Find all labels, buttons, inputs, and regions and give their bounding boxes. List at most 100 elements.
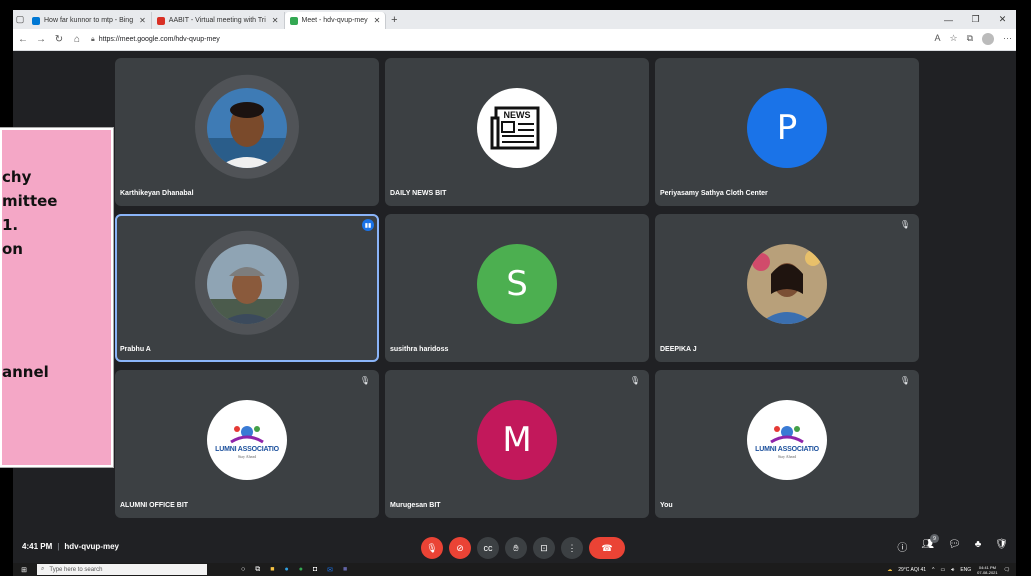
chrome-icon[interactable]: ● (299, 566, 303, 574)
alumni-logo: LUMNI ASSOCIATIO Stay Ahead (207, 400, 287, 480)
mic-muted-icon: 🎙︎ (359, 376, 370, 385)
letter-avatar: P (747, 88, 827, 168)
participant-tile-active[interactable]: ▮▮ Prabhu A (115, 214, 379, 362)
overlay-line: 1. (2, 216, 19, 234)
activities-icon[interactable]: ♣ (975, 539, 982, 554)
minimize-icon[interactable]: — (935, 10, 962, 29)
people-icon[interactable]: 👥︎ 9 (921, 534, 940, 554)
profile-icon[interactable] (982, 33, 994, 45)
caption-overlay: chy mittee 1. on annel (0, 128, 113, 467)
taskbar-search[interactable]: ⌕ Type here to search (37, 564, 207, 575)
tab-meet[interactable]: Meet - hdv-qvup-mey ✕ (284, 12, 387, 29)
url-field[interactable]: 🔒︎ https://meet.google.com/hdv-qvup-mey (91, 36, 220, 44)
language-indicator[interactable]: ENG (960, 567, 971, 573)
tab-label: Meet - hdv-qvup-mey (301, 17, 368, 24)
lock-icon: 🔒︎ (91, 35, 95, 43)
address-bar: ← → ↻ ⌂ 🔒︎ https://meet.google.com/hdv-q… (13, 29, 1016, 51)
mic-off-button[interactable]: 🎙︎ (421, 537, 443, 559)
participant-tile[interactable]: 🎙︎ LUMNI ASSOCIATIO Stay Ahead ALUMNI OF… (115, 370, 379, 518)
edge-icon[interactable]: ● (284, 566, 288, 574)
raise-hand-button[interactable]: ✋︎ (505, 537, 527, 559)
network-icon[interactable]: ▭ (940, 567, 945, 573)
forward-icon[interactable]: → (33, 34, 49, 45)
taskbar-clock[interactable]: 04:41 PM 07-08-2021 (977, 565, 997, 575)
tray-chevron-icon[interactable]: ^ (932, 567, 934, 573)
participant-tile[interactable]: P Periyasamy Sathya Cloth Center (655, 58, 919, 206)
mail-icon[interactable]: ✉︎ (327, 566, 333, 574)
collections-icon[interactable]: ⧉ (967, 33, 973, 45)
alumni-logo-title: LUMNI ASSOCIATIO (755, 445, 819, 453)
alumni-logo-title: LUMNI ASSOCIATIO (215, 445, 279, 453)
participant-count-badge: 9 (930, 534, 940, 543)
participant-tile[interactable]: 🎙︎ DEEPIKA J (655, 214, 919, 362)
participant-tile-self[interactable]: 🎙︎ LUMNI ASSOCIATIO Stay Ahead You (655, 370, 919, 518)
favorites-icon[interactable]: ☆ (949, 33, 957, 45)
taskbar-search-placeholder: Type here to search (49, 566, 103, 573)
screen: ▢ How far kunnor to mtp - Bing ✕ AABIT -… (0, 0, 1031, 576)
participant-name: DAILY NEWS BIT (390, 190, 447, 197)
close-tab-icon[interactable]: ✕ (139, 16, 146, 25)
gmail-favicon-icon (156, 16, 165, 25)
alumni-logo-tagline: Stay Ahead (777, 453, 797, 459)
overlay-line: on (2, 240, 23, 258)
participant-photo (747, 244, 827, 324)
tab-gmail[interactable]: AABIT - Virtual meeting with Tri ✕ (152, 12, 285, 29)
browser-window: ▢ How far kunnor to mtp - Bing ✕ AABIT -… (13, 10, 1016, 576)
participant-tile[interactable]: 🎙︎ M Murugesan BIT (385, 370, 649, 518)
windows-start-icon[interactable]: ⊞ (17, 563, 31, 576)
teams-icon[interactable]: ■ (343, 566, 347, 574)
more-icon[interactable]: ··· (1003, 33, 1012, 45)
weather-icon: ☁︎ (887, 566, 893, 573)
participant-photo (207, 88, 287, 168)
refresh-icon[interactable]: ↻ (51, 34, 67, 45)
camera-off-button[interactable]: ⊘ (449, 537, 471, 559)
participant-tile[interactable]: S susithra haridoss (385, 214, 649, 362)
news-avatar: NEWS (477, 88, 557, 168)
host-controls-icon[interactable]: 🛡︎ (995, 539, 1008, 554)
close-tab-icon[interactable]: ✕ (272, 16, 279, 25)
new-tab-button[interactable]: + (386, 12, 402, 29)
mic-muted-icon: 🎙︎ (629, 376, 640, 385)
cortana-icon[interactable]: ○ (241, 566, 245, 574)
maximize-icon[interactable]: ❐ (962, 10, 989, 29)
tab-bar: ▢ How far kunnor to mtp - Bing ✕ AABIT -… (13, 10, 1016, 29)
participant-photo (207, 244, 287, 324)
participant-name: DEEPIKA J (660, 346, 697, 353)
letter-avatar: S (477, 244, 557, 324)
more-options-button[interactable]: ⋮ (561, 537, 583, 559)
volume-icon[interactable]: 🔊︎ (951, 567, 954, 573)
participant-name: ALUMNI OFFICE BIT (120, 502, 189, 509)
meeting-info: 4:41 PM | hdv-qvup-mey (22, 542, 119, 551)
present-button[interactable]: ⊡ (533, 537, 555, 559)
task-view-icon[interactable]: ⧉ (255, 566, 260, 574)
read-aloud-icon[interactable]: A (934, 33, 940, 45)
tab-bing[interactable]: How far kunnor to mtp - Bing ✕ (27, 12, 152, 29)
participant-tile[interactable]: NEWS DAILY NEWS BIT (385, 58, 649, 206)
bing-favicon-icon (32, 16, 40, 25)
tab-label: How far kunnor to mtp - Bing (44, 17, 134, 24)
file-explorer-icon[interactable]: ■ (270, 566, 274, 574)
notifications-icon[interactable]: 🗨︎ (1004, 567, 1010, 573)
chat-icon[interactable]: 💬︎ (948, 539, 961, 554)
back-icon[interactable]: ← (15, 34, 31, 45)
overlay-line: mittee (2, 192, 58, 210)
participant-name: You (660, 502, 673, 509)
leave-call-button[interactable]: ☎︎ (589, 537, 625, 559)
home-icon[interactable]: ⌂ (69, 34, 85, 45)
participant-name: Karthikeyan Dhanabal (120, 190, 194, 197)
weather-text[interactable]: 29°C AQI 41 (898, 567, 926, 573)
close-window-icon[interactable]: ✕ (989, 10, 1016, 29)
system-tray: ☁︎ 29°C AQI 41 ^ ▭ 🔊︎ ENG 04:41 PM 07-08… (887, 563, 1010, 576)
overlay-line: chy (2, 168, 32, 186)
tab-label: AABIT - Virtual meeting with Tri (168, 17, 266, 24)
meet-favicon-icon (289, 16, 298, 25)
clock-time: 04:41 PM (978, 564, 996, 570)
info-icon[interactable]: ⓘ (897, 539, 907, 554)
tab-actions-icon[interactable]: ▢ (13, 10, 27, 29)
participant-name: Murugesan BIT (390, 502, 441, 509)
store-icon[interactable]: ◘ (313, 566, 317, 574)
participant-tile[interactable]: Karthikeyan Dhanabal (115, 58, 379, 206)
meeting-code: hdv-qvup-mey (64, 542, 119, 551)
close-tab-icon[interactable]: ✕ (374, 16, 381, 25)
captions-button[interactable]: cc (477, 537, 499, 559)
